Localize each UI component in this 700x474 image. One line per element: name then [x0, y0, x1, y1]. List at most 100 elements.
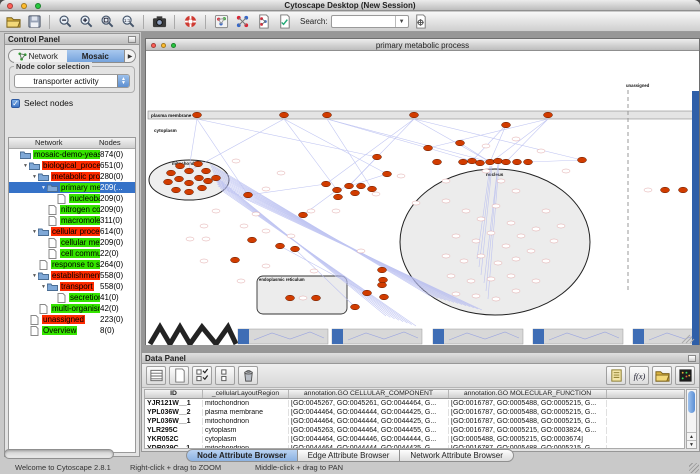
tree-row-primary-metabo[interactable]: ▼primary metabo209(...	[9, 182, 135, 193]
tree-expander-icon[interactable]: ▼	[31, 273, 38, 279]
network-view-titlebar[interactable]: primary metabolic process	[146, 39, 699, 51]
window-titlebar[interactable]: Cytoscape Desktop (New Session)	[0, 0, 700, 11]
tree-row-response-to-stimulu[interactable]: response to stimulu264(0)	[9, 259, 135, 270]
table-cell: YPL036W__1	[145, 418, 203, 425]
tree-row-nucleobase-[interactable]: nucleobase-209(0)	[9, 193, 135, 204]
tree-row-count: 558(0)	[100, 271, 135, 280]
tree-row-nitrogen-compo[interactable]: nitrogen compo209(0)	[9, 204, 135, 215]
network-view-window[interactable]: primary metabolic process plasma membran…	[145, 38, 700, 345]
column-header[interactable]: ID	[145, 390, 203, 398]
tree-row-biological-process[interactable]: ▼biological_process651(0)	[9, 160, 135, 171]
tree-expander-icon[interactable]: ▼	[40, 284, 47, 290]
open-file-button[interactable]	[4, 14, 22, 30]
table-cell: [GO:0016787, GO:0005488, GO:0005215, G..…	[449, 418, 607, 425]
table-row-ypl036w__1[interactable]: YPL036W__1mitochondrion[GO:0044464, GO:0…	[145, 417, 684, 426]
column-header[interactable]: _cellularLayoutRegion	[203, 390, 289, 398]
import-attributes-icon	[655, 368, 670, 383]
float-panel-icon[interactable]	[128, 36, 136, 43]
table-cell: YJR121W__1	[145, 400, 203, 407]
label-attributes-button[interactable]	[606, 366, 626, 385]
folder-icon	[29, 161, 40, 171]
page-icon	[38, 304, 49, 314]
tab-network[interactable]: Network	[9, 50, 67, 62]
tree-expander-icon[interactable]: ▼	[31, 229, 38, 235]
tree-expander-icon[interactable]: ▼	[22, 163, 29, 169]
node-color-dropdown[interactable]: transporter activity ▲▼	[14, 74, 130, 88]
zoom-out-button[interactable]	[56, 14, 74, 30]
table-cell: [GO:0016787, GO:0005488, GO:0005215, G..…	[449, 400, 607, 407]
tab-node-attribute-browser[interactable]: Node Attribute Browser	[186, 449, 298, 462]
tree-expander-icon[interactable]: ▼	[40, 185, 47, 191]
table-row-ypl036w__2[interactable]: YPL036W__2plasma membrane[GO:0044464, GO…	[145, 408, 684, 417]
network-canvas[interactable]: plasma membranecytoplasmnucleusmitochond…	[146, 51, 699, 345]
float-data-panel-icon[interactable]	[688, 355, 696, 362]
search-config-button[interactable]	[412, 14, 430, 30]
help-button[interactable]	[181, 14, 199, 30]
tree-row-mosaic-demo-yeast[interactable]: mosaic-demo-yeast874(0)	[9, 149, 135, 160]
scroll-up-button[interactable]: ▲	[687, 432, 696, 440]
tree-row-cell-communicat[interactable]: cell communicat22(0)	[9, 248, 135, 259]
scroll-down-button[interactable]: ▼	[687, 440, 696, 448]
table-row-yjr121w__1[interactable]: YJR121W__1mitochondrion[GO:0045267, GO:0…	[145, 399, 684, 408]
tree-row-label: biological_process	[42, 161, 100, 170]
tree-row-unassigned[interactable]: unassigned223(0)	[9, 314, 135, 325]
search-dropdown-arrow-icon[interactable]: ▼	[395, 16, 408, 27]
search-config-icon	[413, 14, 428, 29]
tree-row-establishment-of-lo[interactable]: ▼establishment of lo558(0)	[9, 270, 135, 281]
tree-row-transport[interactable]: ▼transport558(0)	[9, 281, 135, 292]
tab-mosaic[interactable]: Mosaic	[67, 50, 125, 62]
tree-row-cellular-process[interactable]: ▼cellular process614(0)	[9, 226, 135, 237]
new-attribute-button[interactable]	[169, 366, 189, 385]
tab-network-attribute-browser[interactable]: Network Attribute Browser	[400, 449, 513, 462]
folder-icon	[20, 150, 31, 160]
page-icon	[47, 249, 58, 259]
zoom-in-button[interactable]	[77, 14, 95, 30]
delete-attribute-button[interactable]	[238, 366, 258, 385]
select-nodes-checkbox[interactable]: ✓	[11, 99, 20, 108]
tab-overflow-arrow[interactable]: ▶	[124, 50, 135, 62]
select-attributes-button[interactable]	[192, 366, 212, 385]
tree-row-macromolecule[interactable]: macromolecule311(0)	[9, 215, 135, 226]
attribute-table-button[interactable]	[146, 366, 166, 385]
data-panel-header: Data Panel	[142, 353, 699, 364]
import-network-button[interactable]	[233, 14, 251, 30]
zoom-fit-button[interactable]	[98, 14, 116, 30]
search-field[interactable]	[333, 16, 395, 27]
table-row-ykr052c[interactable]: YKR052Ccytoplasm[GO:0044464, GO:0044446,…	[145, 435, 684, 444]
import-attributes-button[interactable]	[652, 366, 672, 385]
page-icon	[56, 293, 67, 303]
annotation-button[interactable]	[275, 14, 293, 30]
column-header[interactable]: annotation.GO CELLULAR_COMPONENT	[289, 390, 449, 398]
endoplasmic-reticulum-label: endoplasmic reticulum	[259, 277, 305, 282]
import-table-button[interactable]	[254, 14, 272, 30]
tree-row-label: cell communicat	[60, 249, 100, 258]
plasma-membrane-region	[148, 111, 694, 119]
attribute-matrix-button[interactable]	[675, 366, 695, 385]
table-row-ylr295c[interactable]: YLR295Ccytoplasm[GO:0045263, GO:0044464,…	[145, 426, 684, 435]
scrollbar-thumb[interactable]	[688, 391, 695, 413]
vizmapper-button[interactable]	[212, 14, 230, 30]
resize-grip[interactable]	[689, 463, 699, 473]
search-input[interactable]: ▼	[331, 15, 409, 28]
table-cell: [GO:0045263, GO:0044464, GO:0044455, G..…	[289, 427, 449, 434]
table-cell: mitochondrion	[203, 400, 289, 407]
tree-row-cellular-metabol[interactable]: cellular metabol209(0)	[9, 237, 135, 248]
snapshot-button[interactable]	[150, 14, 168, 30]
tree-row-multi-organism-pro[interactable]: multi-organism pro42(0)	[9, 303, 135, 314]
dropdown-stepper-icon[interactable]: ▲▼	[117, 75, 129, 87]
annotation-icon	[277, 14, 292, 29]
zoom-actual-button[interactable]: 1:1	[119, 14, 137, 30]
save-button[interactable]	[25, 14, 43, 30]
tab-label: Mosaic	[82, 52, 109, 61]
search-label: Search:	[300, 17, 328, 26]
tab-edge-attribute-browser[interactable]: Edge Attribute Browser	[298, 449, 401, 462]
function-builder-button[interactable]: f(x)	[629, 366, 649, 385]
table-scrollbar[interactable]: ▲ ▼	[686, 389, 697, 449]
tree-row-secretion[interactable]: secretion41(0)	[9, 292, 135, 303]
tree-expander-icon[interactable]: ▼	[31, 174, 38, 180]
status-message: Right-click + drag to ZOOM	[130, 463, 221, 472]
unselect-attributes-button[interactable]	[215, 366, 235, 385]
tree-row-metabolic-process[interactable]: ▼metabolic process280(0)	[9, 171, 135, 182]
column-header[interactable]: annotation.GO MOLECULAR_FUNCTION	[449, 390, 607, 398]
tree-row-overview[interactable]: Overview8(0)	[9, 325, 135, 336]
